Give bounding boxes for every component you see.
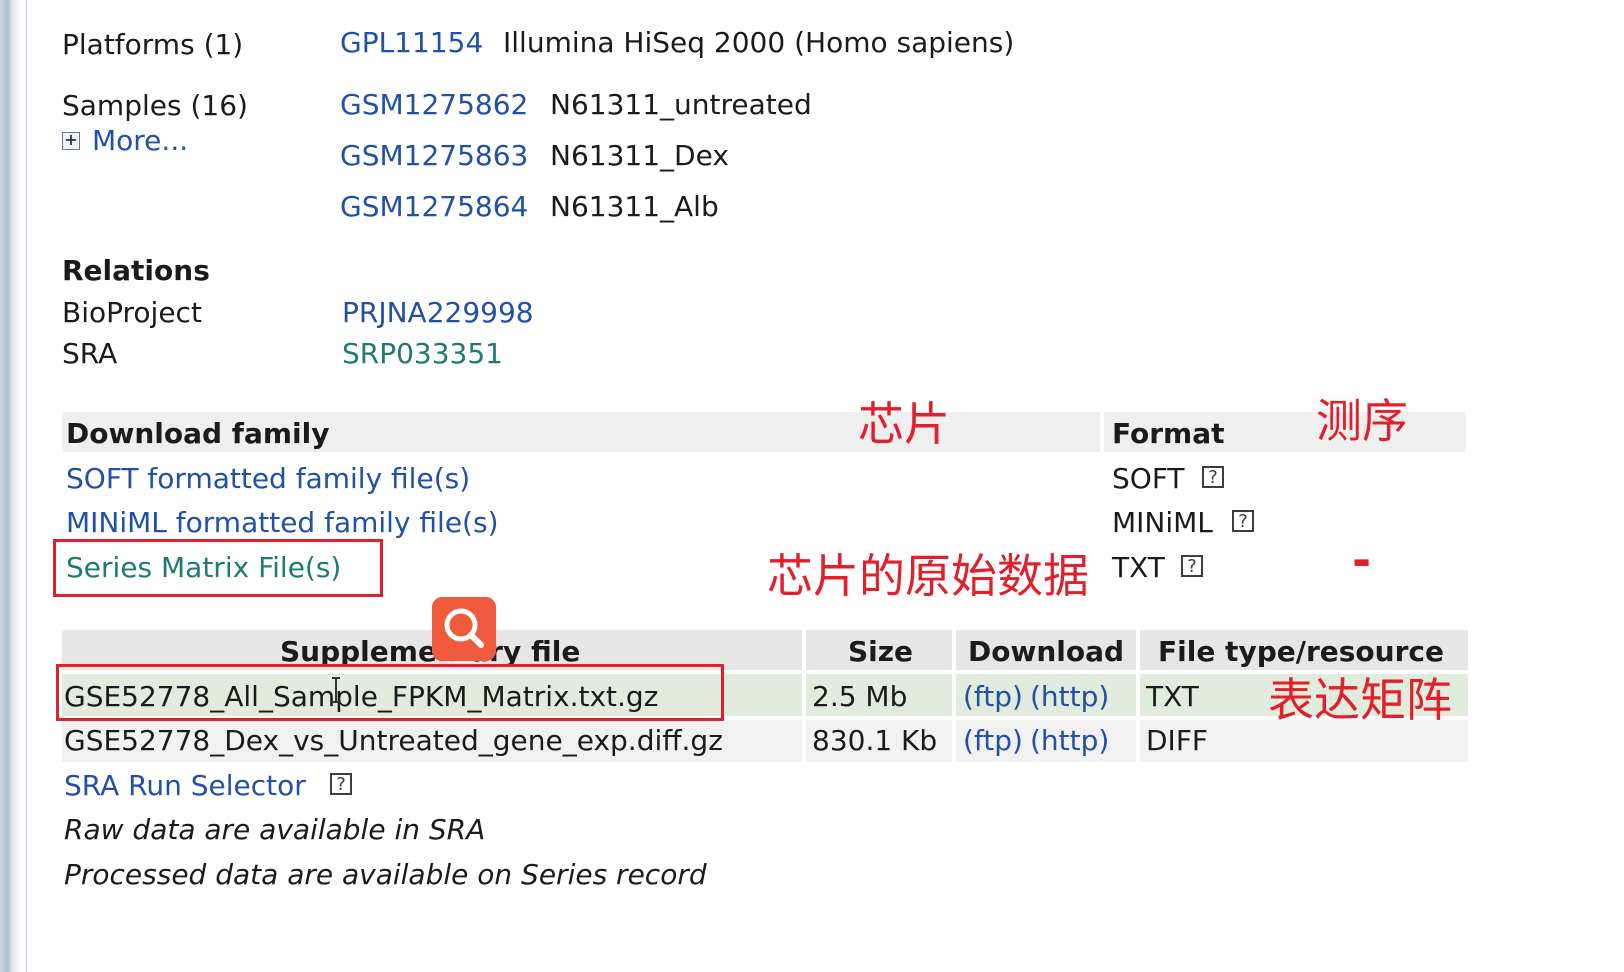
sample-link[interactable]: GSM1275862 [340,88,528,121]
sample-description: N61311_Alb [550,190,719,223]
platforms-label: Platforms (1) [62,28,244,61]
annotation-sequencing: 测序 [1316,394,1408,448]
help-icon[interactable]: ? [1181,555,1203,577]
help-icon[interactable]: ? [330,773,352,795]
sample-link[interactable]: GSM1275863 [340,139,528,172]
platform-link-gpl11154[interactable]: GPL11154 [340,26,483,59]
platform-description: Illumina HiSeq 2000 (Homo sapiens) [503,26,1015,59]
format-header: Format [1112,417,1225,450]
download-family-header: Download family [66,417,330,450]
supp-file-type: TXT [1146,680,1199,713]
samples-label: Samples (16) [62,89,248,122]
http-link[interactable]: (http) [1030,724,1109,757]
text-cursor-icon [332,677,340,703]
supp-file-size: 2.5 Mb [812,680,908,713]
processed-data-note: Processed data are available on Series r… [64,858,707,891]
supp-file-type: DIFF [1146,724,1209,757]
soft-family-link[interactable]: SOFT formatted family file(s) [66,462,470,495]
window-left-border [0,0,27,972]
ftp-link[interactable]: (ftp) [963,724,1023,757]
annotation-chip-raw-data: 芯片的原始数据 [767,549,1089,603]
annotation-chip: 芯片 [858,397,950,451]
highlight-box-series-matrix [53,539,383,597]
format-miniml: MINiML [1112,506,1213,539]
supp-file-size: 830.1 Kb [812,724,938,757]
size-header: Size [848,635,914,668]
download-header: Download [968,635,1125,668]
search-icon [444,608,484,648]
relation-label-bioproject: BioProject [62,296,202,329]
ftp-link[interactable]: (ftp) [963,680,1023,713]
miniml-family-link[interactable]: MINiML formatted family file(s) [66,506,499,539]
relations-title: Relations [62,254,210,287]
help-icon[interactable]: ? [1232,510,1254,532]
bioproject-link[interactable]: PRJNA229998 [342,296,534,329]
sra-run-selector-link[interactable]: SRA Run Selector [64,769,306,802]
annotation-expression-matrix: 表达矩阵 [1268,673,1452,727]
format-txt: TXT [1112,551,1165,584]
sample-description: N61311_untreated [550,88,812,121]
highlight-box-fpkm-matrix [56,664,724,721]
search-button[interactable] [432,597,496,661]
http-link[interactable]: (http) [1030,680,1109,713]
raw-data-note: Raw data are available in SRA [64,813,486,846]
sample-description: N61311_Dex [550,139,729,172]
samples-more-link[interactable]: More... [92,124,188,157]
help-icon[interactable]: ? [1202,466,1224,488]
expand-plus-icon[interactable]: + [62,132,80,150]
supp-file-name: GSE52778_Dex_vs_Untreated_gene_exp.diff.… [64,724,723,757]
annotation-dash: - [1352,533,1372,587]
sra-link[interactable]: SRP033351 [342,337,503,370]
format-soft: SOFT [1112,462,1185,495]
sample-link[interactable]: GSM1275864 [340,190,528,223]
relation-label-sra: SRA [62,337,118,370]
